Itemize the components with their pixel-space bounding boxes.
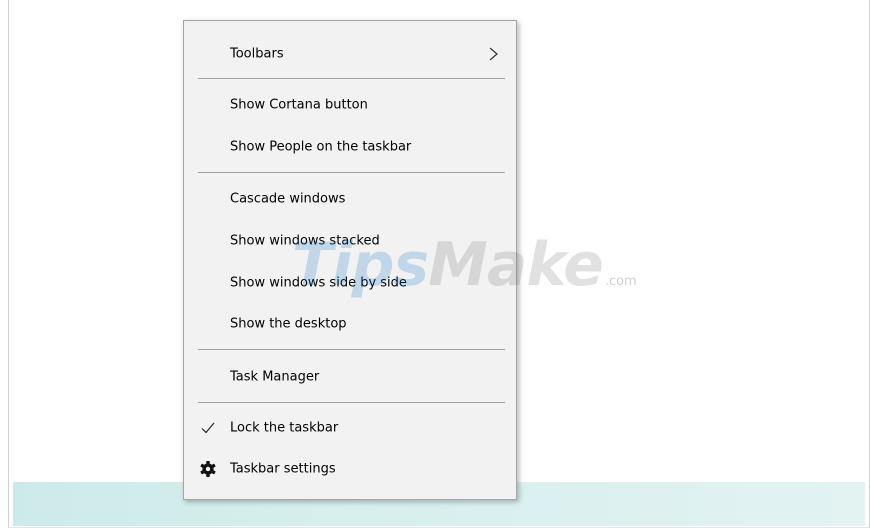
menu-item-show-windows-side-by-side[interactable]: Show windows side by side (184, 266, 516, 300)
menu-item-cascade-windows[interactable]: Cascade windows (184, 182, 516, 216)
taskbar-context-menu: Toolbars Show Cortana button Show People… (183, 20, 517, 500)
menu-item-toolbars[interactable]: Toolbars (184, 37, 516, 71)
menu-item-label: Task Manager (230, 369, 320, 385)
menu-separator (198, 172, 505, 173)
menu-item-label: Show Cortana button (230, 97, 368, 113)
menu-item-label: Taskbar settings (230, 461, 336, 477)
chevron-right-icon (489, 47, 498, 61)
menu-separator (198, 349, 505, 350)
menu-separator (198, 402, 505, 403)
checkmark-icon (201, 422, 215, 434)
gear-icon (200, 461, 216, 477)
menu-item-label: Lock the taskbar (230, 420, 339, 436)
menu-item-show-desktop[interactable]: Show the desktop (184, 307, 516, 341)
menu-item-show-people[interactable]: Show People on the taskbar (184, 130, 516, 164)
menu-item-show-windows-stacked[interactable]: Show windows stacked (184, 224, 516, 258)
menu-item-lock-taskbar[interactable]: Lock the taskbar (184, 411, 516, 445)
menu-separator (198, 78, 505, 79)
menu-item-label: Show windows side by side (230, 275, 407, 291)
menu-item-label: Cascade windows (230, 191, 346, 207)
menu-item-label: Toolbars (230, 46, 284, 62)
menu-item-label: Show People on the taskbar (230, 139, 412, 155)
menu-item-label: Show windows stacked (230, 233, 380, 249)
menu-item-taskbar-settings[interactable]: Taskbar settings (184, 452, 516, 486)
menu-item-task-manager[interactable]: Task Manager (184, 360, 516, 394)
menu-item-label: Show the desktop (230, 316, 347, 332)
menu-item-show-cortana-button[interactable]: Show Cortana button (184, 88, 516, 122)
